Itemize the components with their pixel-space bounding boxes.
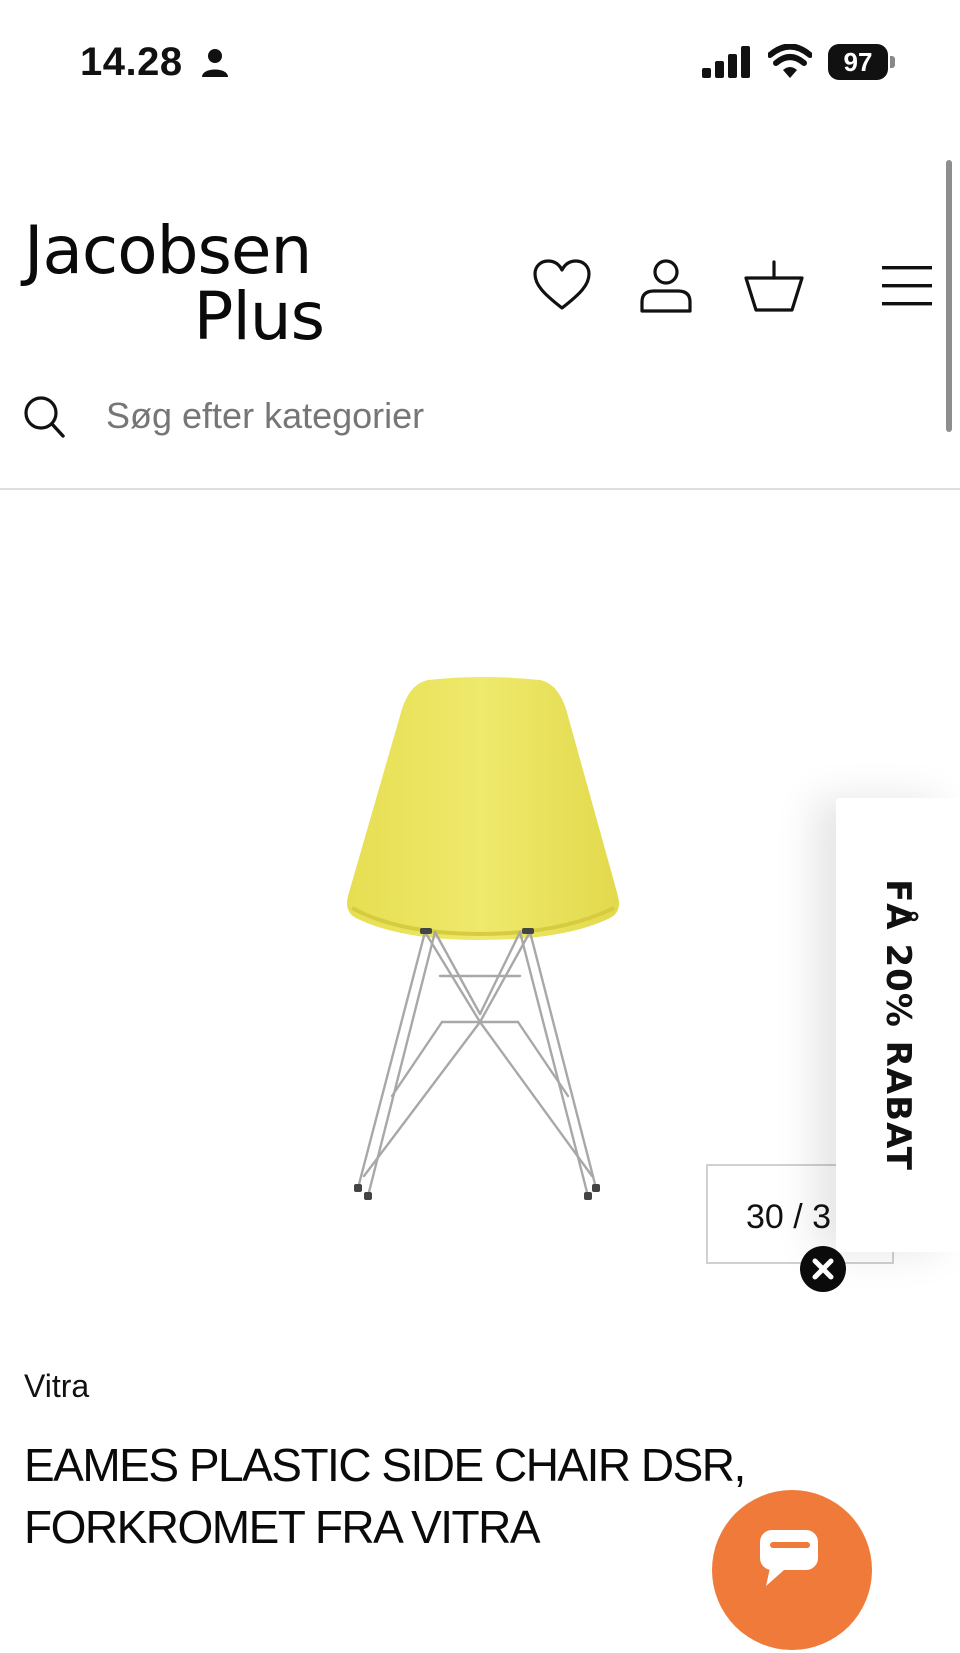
search-icon[interactable]	[22, 394, 66, 440]
discount-tab[interactable]: FÅ 20% RABAT	[836, 798, 960, 1252]
image-counter: 30 / 3	[746, 1198, 832, 1236]
battery-indicator: 97	[828, 44, 896, 80]
product-brand[interactable]: Vitra	[24, 1366, 89, 1406]
status-time: 14.28	[80, 40, 183, 84]
menu-icon[interactable]	[880, 264, 934, 308]
close-icon	[812, 1258, 834, 1280]
product-image[interactable]	[330, 676, 640, 1216]
close-discount-button[interactable]	[800, 1246, 846, 1292]
scrollbar[interactable]	[946, 160, 952, 432]
battery-level: 97	[828, 44, 888, 80]
wifi-icon	[768, 44, 812, 78]
site-logo[interactable]: Jacobsen Plus	[24, 212, 325, 355]
basket-icon[interactable]	[742, 258, 806, 314]
header-divider	[0, 488, 960, 490]
discount-label: FÅ 20% RABAT	[878, 879, 918, 1171]
logo-line-2: Plus	[193, 278, 325, 355]
product-title-line-1: EAMES PLASTIC SIDE CHAIR DSR,	[24, 1439, 746, 1491]
heart-icon[interactable]	[532, 258, 592, 312]
logo-line-1: Jacobsen	[24, 212, 312, 289]
battery-tip	[890, 56, 895, 68]
person-icon	[202, 49, 228, 77]
user-icon[interactable]	[636, 258, 696, 314]
search-input[interactable]	[106, 392, 666, 440]
chat-button[interactable]	[712, 1490, 872, 1650]
chat-icon	[760, 1530, 818, 1586]
signal-icon	[702, 46, 750, 78]
